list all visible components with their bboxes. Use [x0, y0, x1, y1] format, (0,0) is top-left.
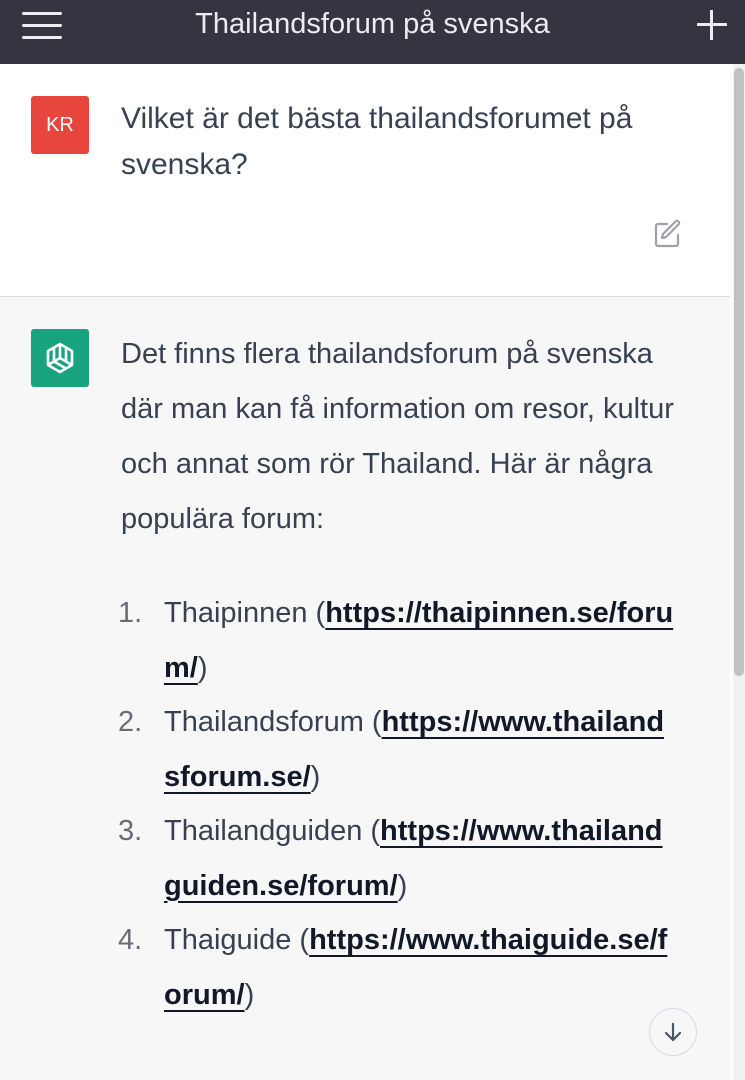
user-message-text: Vilket är det bästa thailandsforumet på … [121, 102, 633, 181]
forum-list: 1. Thaipinnen (https://thaipinnen.se/for… [116, 586, 696, 1022]
list-item: 2. Thailandsforum (https://www.thailands… [116, 695, 674, 804]
list-number: 2. [118, 706, 143, 738]
scrollbar-thumb[interactable] [734, 68, 744, 676]
arrow-down-icon [664, 1022, 682, 1042]
scrollbar[interactable] [733, 64, 745, 1080]
new-chat-plus-icon[interactable] [695, 8, 729, 42]
list-item: 4. Thaiguide (https://www.thaiguide.se/f… [116, 913, 674, 1022]
list-number: 4. [118, 924, 143, 956]
forum-name: Thailandguiden [164, 815, 363, 847]
edit-icon[interactable] [652, 218, 684, 250]
assistant-message: Det finns flera thailandsforum på svensk… [0, 297, 730, 1080]
list-number: 1. [118, 597, 143, 629]
openai-logo-icon [31, 329, 89, 387]
list-item: 3. Thailandguiden (https://www.thailandg… [116, 804, 674, 913]
forum-name: Thailandsforum [164, 706, 364, 738]
page-title: Thailandsforum på svenska [195, 8, 550, 40]
list-item: 1. Thaipinnen (https://thaipinnen.se/for… [116, 586, 674, 695]
scroll-to-bottom-button[interactable] [649, 1008, 697, 1056]
top-bar: Thailandsforum på svenska [0, 0, 745, 64]
list-number: 3. [118, 815, 143, 847]
user-avatar: KR [31, 96, 89, 154]
forum-name: Thaipinnen [164, 597, 308, 629]
user-message: KR Vilket är det bästa thailandsforumet … [0, 64, 730, 297]
assistant-intro-text: Det finns flera thailandsforum på svensk… [121, 338, 674, 535]
forum-name: Thaiguide [164, 924, 292, 956]
